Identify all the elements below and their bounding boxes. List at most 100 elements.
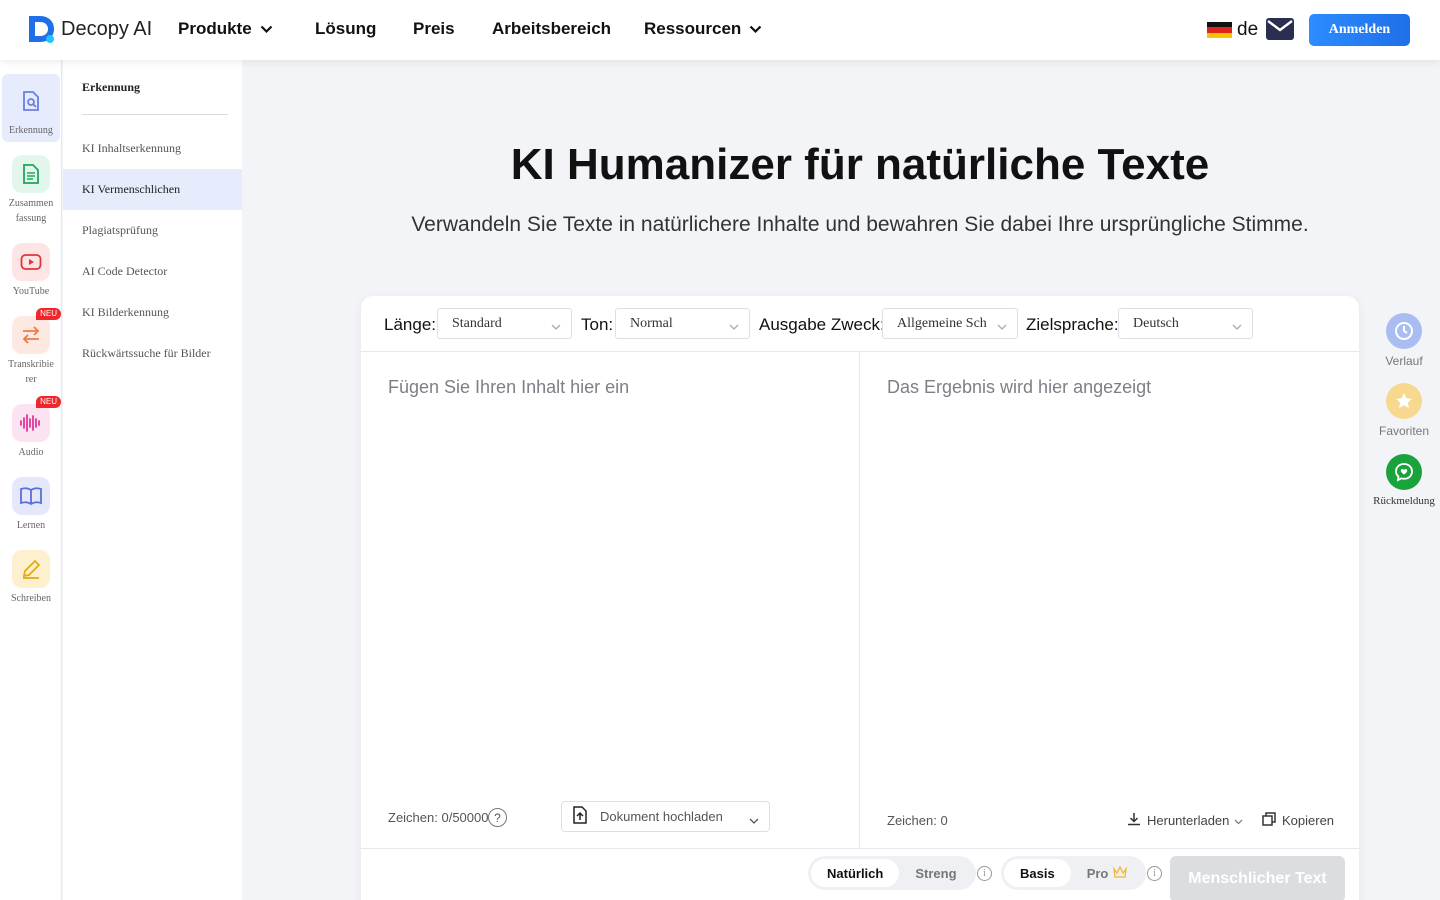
rail-label: Lernen [16, 520, 46, 531]
subnav-item-ki-vermenschlichen[interactable]: KI Vermenschlichen [63, 169, 242, 210]
tone-value: Normal [630, 315, 673, 331]
clock-icon [1386, 313, 1422, 349]
bottom-divider [361, 848, 1359, 849]
tool-rail: Erkennung Zusammen fassung YouTube Trans… [0, 60, 62, 900]
style-toggle: Natürlich Streng [808, 856, 976, 890]
rail-item-youtube[interactable]: YouTube [2, 235, 60, 299]
purpose-label: Ausgabe Zweck: [759, 315, 885, 334]
chevron-down-icon [1234, 813, 1243, 828]
brand-logo[interactable]: Decopy AI [26, 14, 152, 44]
options-bar: Länge: Standard Ton: Normal Ausgabe Zwec… [361, 296, 1359, 352]
detection-subnav: Erkennung KI Inhaltserkennung KI Vermens… [63, 60, 242, 900]
login-button[interactable]: Anmelden [1309, 14, 1410, 46]
rail-item-schreiben[interactable]: Schreiben [2, 542, 60, 606]
output-char-count: Zeichen: 0 [887, 813, 948, 828]
rail-item-lernen[interactable]: Lernen [2, 469, 60, 533]
humanizer-card: Länge: Standard Ton: Normal Ausgabe Zwec… [361, 296, 1359, 900]
target-language-label: Zielsprache: [1026, 315, 1119, 334]
output-area: Das Ergebnis wird hier angezeigt [887, 377, 1152, 397]
mail-icon[interactable] [1265, 16, 1295, 47]
feedback-icon [1386, 454, 1422, 490]
chevron-down-icon [749, 19, 762, 39]
rail-item-zusammenfassung[interactable]: Zusammen fassung [2, 147, 60, 226]
new-badge: NEU [36, 396, 61, 408]
tone-select[interactable]: Normal [615, 308, 750, 339]
help-icon[interactable]: ? [488, 808, 507, 827]
nav-produkte[interactable]: Produkte [178, 19, 273, 39]
rail-item-transkribierer[interactable]: Transkribie rer NEU [2, 308, 61, 387]
rail-label: Transkribie rer [8, 359, 54, 385]
document-search-icon [12, 82, 50, 120]
input-char-count: Zeichen: 0/50000 [388, 810, 489, 825]
download-button[interactable]: Herunterladen [1127, 812, 1243, 829]
nav-produkte-label: Produkte [178, 19, 252, 38]
purpose-select[interactable]: Allgemeine Sch [882, 308, 1018, 339]
info-icon[interactable]: i [977, 866, 992, 881]
info-icon[interactable]: i [1147, 866, 1162, 881]
nav-preis-label: Preis [413, 19, 455, 38]
language-selector[interactable]: de [1237, 19, 1258, 41]
new-badge: NEU [36, 308, 61, 320]
rail-label: YouTube [12, 286, 50, 297]
arrows-swap-icon [12, 316, 50, 354]
rail-label: Audio [18, 447, 44, 458]
target-language-select[interactable]: Deutsch [1118, 308, 1253, 339]
feedback-button[interactable]: Rückmeldung [1372, 454, 1436, 507]
nav-arbeitsbereich-label: Arbeitsbereich [492, 19, 612, 38]
upload-label: Dokument hochladen [600, 809, 723, 824]
tier-pro[interactable]: Pro [1071, 865, 1144, 881]
history-button[interactable]: Verlauf [1372, 313, 1436, 368]
chevron-down-icon [260, 19, 273, 39]
editor-divider [859, 352, 860, 848]
subnav-title: Erkennung [82, 80, 141, 94]
tier-basis[interactable]: Basis [1004, 859, 1071, 887]
rail-label: Zusammen fassung [8, 198, 54, 224]
copy-button[interactable]: Kopieren [1262, 812, 1334, 829]
nav-loesung[interactable]: Lösung [315, 19, 376, 39]
subnav-item-plagiatspruefung[interactable]: Plagiatsprüfung [63, 210, 242, 251]
upload-file-icon [572, 806, 588, 827]
document-lines-icon [12, 155, 50, 193]
subnav-item-rueckwaertssuche[interactable]: Rückwärtssuche für Bilder [63, 333, 242, 374]
brand-name: Decopy AI [61, 17, 153, 40]
download-icon [1127, 812, 1141, 829]
target-language-value: Deutsch [1133, 315, 1179, 331]
nav-arbeitsbereich[interactable]: Arbeitsbereich [492, 19, 611, 39]
humanize-submit-button[interactable]: Menschlicher Text [1170, 856, 1345, 900]
copy-label: Kopieren [1282, 813, 1335, 828]
subnav-item-ai-code-detector[interactable]: AI Code Detector [63, 251, 242, 292]
chevron-down-icon [997, 320, 1007, 336]
mode-natuerlich[interactable]: Natürlich [811, 859, 900, 887]
tone-label: Ton: [581, 315, 614, 334]
top-bar: Decopy AI Produkte Lösung Preis Arbeitsb… [0, 0, 1440, 60]
favorites-button[interactable]: Favoriten [1372, 383, 1436, 438]
book-icon [12, 477, 50, 515]
nav-ressourcen-label: Ressourcen [644, 19, 742, 38]
feedback-label: Rückmeldung [1373, 495, 1435, 507]
rail-item-audio[interactable]: Audio NEU [2, 396, 61, 460]
length-select[interactable]: Standard [437, 308, 572, 339]
chevron-down-icon [1232, 320, 1242, 336]
upload-document-button[interactable]: Dokument hochladen [561, 801, 770, 832]
copy-icon [1262, 812, 1276, 829]
rail-item-erkennung[interactable]: Erkennung [2, 74, 60, 142]
rail-label: Schreiben [11, 593, 51, 604]
audio-wave-icon [12, 404, 50, 442]
download-label: Herunterladen [1147, 813, 1230, 828]
length-label: Länge: [384, 315, 436, 334]
tier-toggle: Basis Pro [1001, 856, 1147, 890]
decopy-logo-icon [26, 14, 56, 44]
nav-ressourcen[interactable]: Ressourcen [644, 19, 762, 39]
rail-label: Erkennung [9, 125, 53, 136]
favorites-label: Favoriten [1378, 424, 1430, 438]
mode-streng[interactable]: Streng [899, 866, 972, 881]
crown-icon [1113, 865, 1128, 881]
page-subtitle: Verwandeln Sie Texte in natürlichere Inh… [411, 213, 1309, 236]
chevron-down-icon [749, 813, 759, 828]
subnav-item-ki-inhaltserkennung[interactable]: KI Inhaltserkennung [63, 128, 242, 169]
german-flag-icon[interactable] [1207, 22, 1232, 38]
input-textarea[interactable]: Fügen Sie Ihren Inhalt hier ein [388, 377, 629, 398]
nav-preis[interactable]: Preis [413, 19, 455, 39]
subnav-item-ki-bilderkennung[interactable]: KI Bilderkennung [63, 292, 242, 333]
chevron-down-icon [551, 320, 561, 336]
